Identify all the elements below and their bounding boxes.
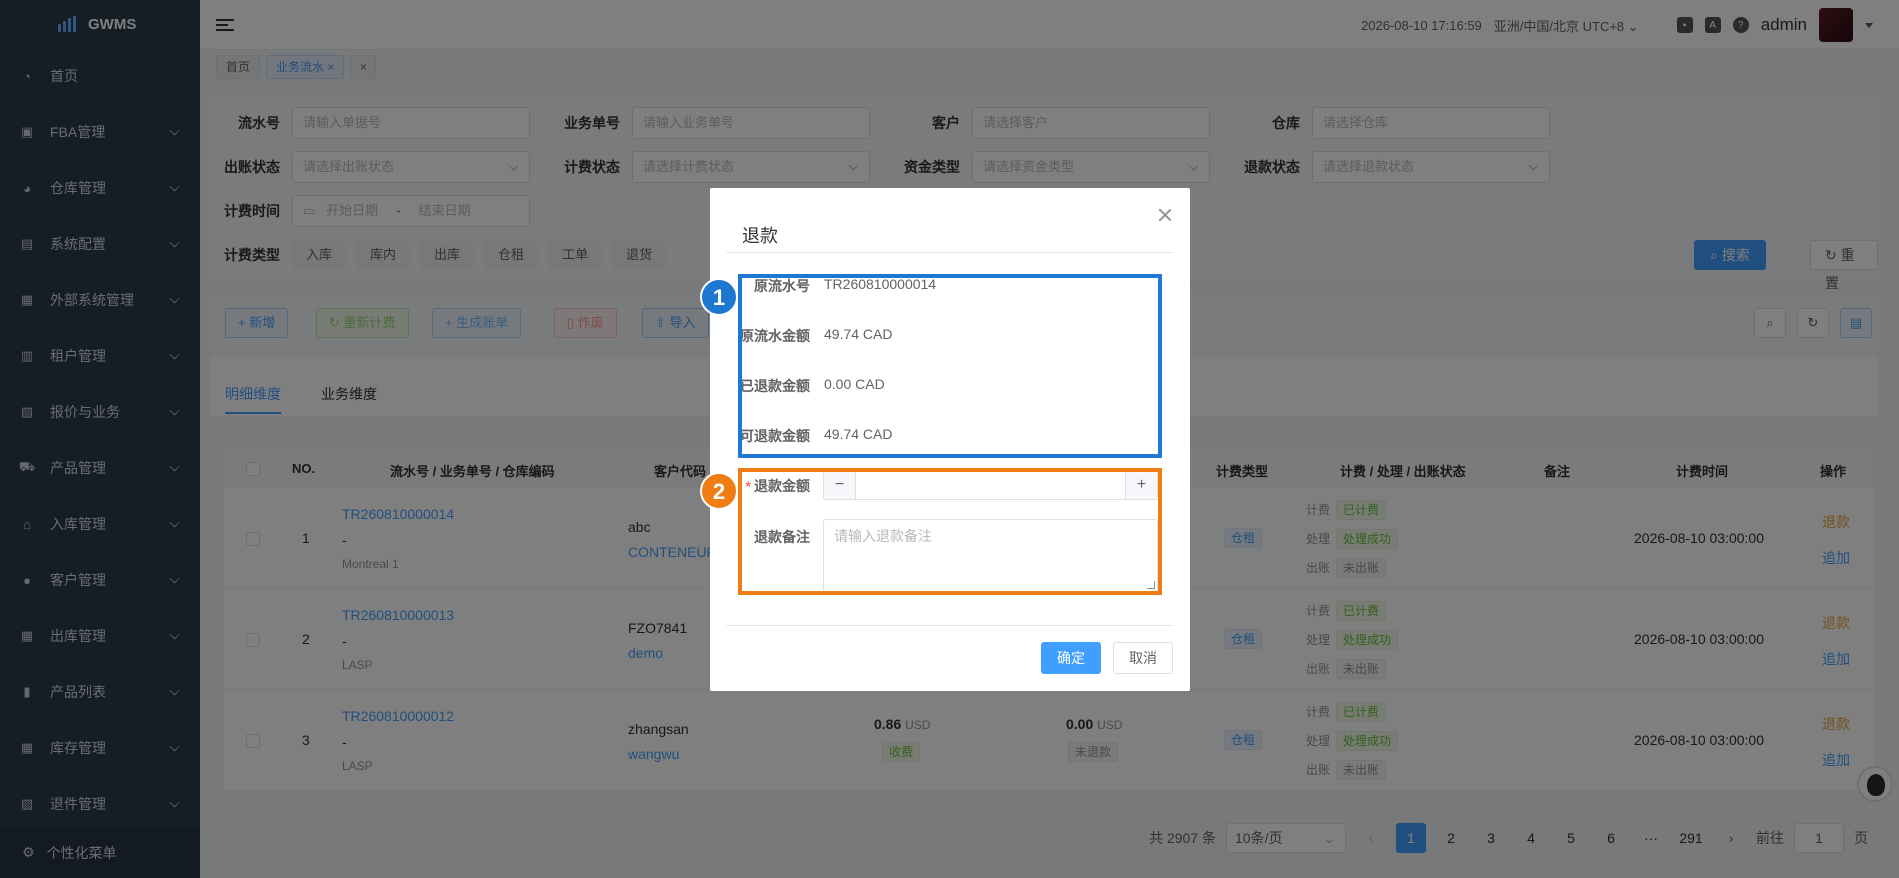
confirm-button[interactable]: 确定 bbox=[1041, 642, 1101, 674]
annotation-badge: 1 bbox=[700, 278, 738, 316]
highlight-box-form bbox=[738, 468, 1162, 595]
highlight-box-info bbox=[738, 274, 1162, 458]
dialog-title: 退款 bbox=[742, 226, 778, 246]
dialog-divider bbox=[726, 625, 1174, 626]
annotation-badge: 2 bbox=[700, 472, 738, 510]
dialog-divider bbox=[726, 252, 1174, 253]
close-icon[interactable] bbox=[1158, 208, 1172, 222]
cancel-button[interactable]: 取消 bbox=[1113, 642, 1173, 674]
